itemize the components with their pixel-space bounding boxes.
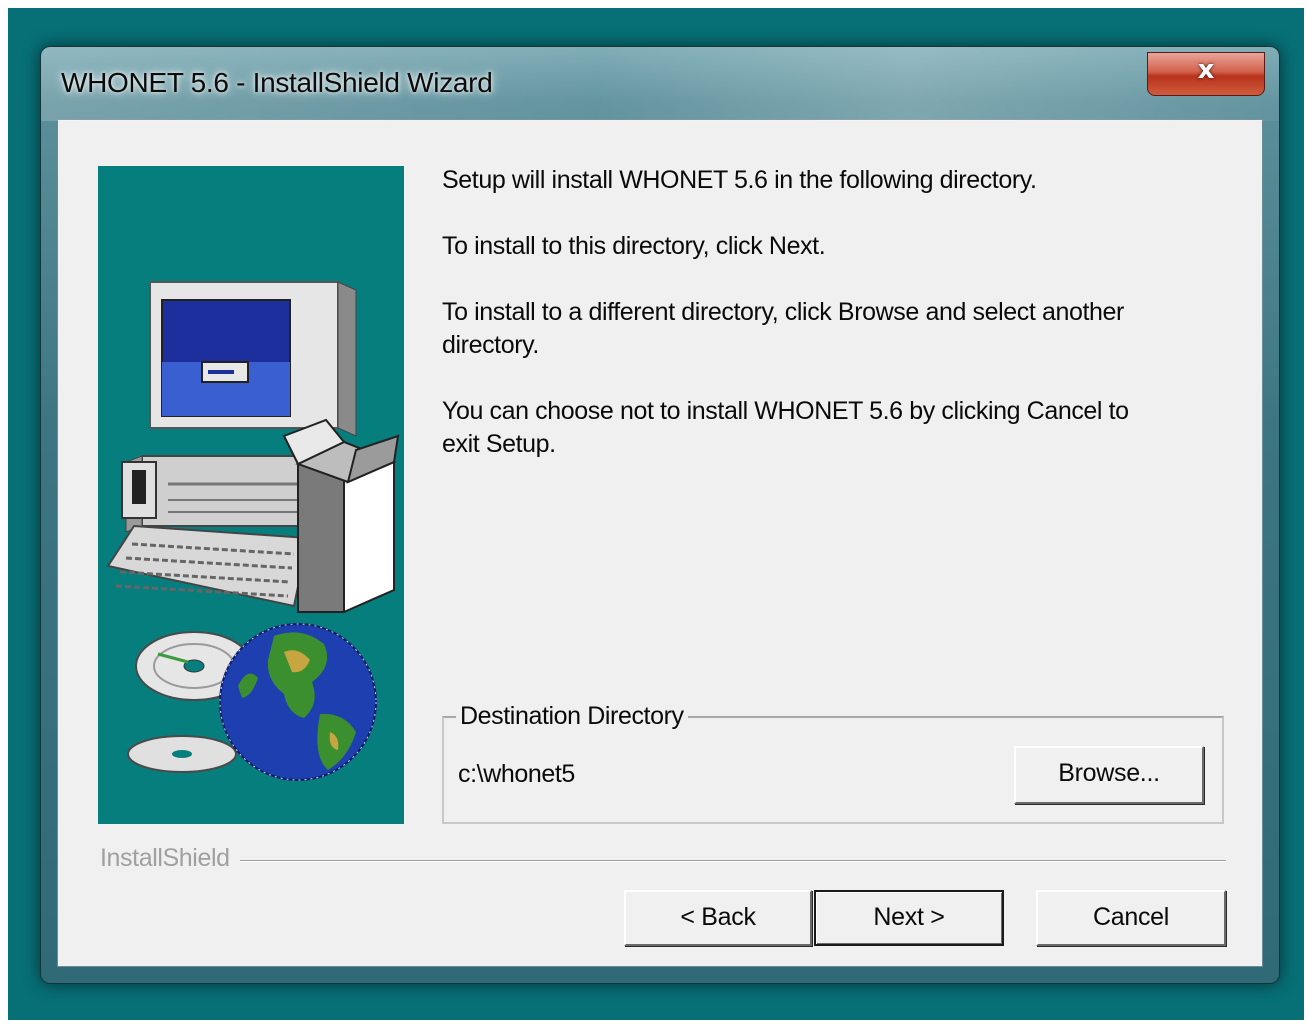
installshield-wizard-window: WHONET 5.6 - InstallShield Wizard x Setu… xyxy=(40,46,1280,984)
footer-divider xyxy=(100,860,1226,862)
close-icon: x xyxy=(1197,55,1215,85)
browse-instruction-text-2: directory. xyxy=(442,331,539,359)
installshield-brand-label: InstallShield xyxy=(100,844,240,873)
dialog-client-area: Setup will install WHONET 5.6 in the fol… xyxy=(57,119,1263,967)
setup-banner-illustration xyxy=(98,166,404,824)
cancel-button[interactable]: Cancel xyxy=(1036,890,1226,946)
globe-icon xyxy=(219,623,377,781)
window-title: WHONET 5.6 - InstallShield Wizard xyxy=(61,67,493,98)
back-button[interactable]: < Back xyxy=(624,890,812,946)
destination-path: c:\whonet5 xyxy=(458,760,575,788)
computer-illustration xyxy=(106,281,400,614)
destination-directory-group: Destination Directory c:\whonet5 Browse.… xyxy=(442,702,1224,824)
browse-button[interactable]: Browse... xyxy=(1014,746,1204,804)
intro-text: Setup will install WHONET 5.6 in the fol… xyxy=(442,166,1037,194)
banner-artwork xyxy=(106,281,400,781)
browse-instruction-text-1: To install to a different directory, cli… xyxy=(442,298,1124,326)
close-button[interactable]: x xyxy=(1147,52,1265,96)
next-instruction-text: To install to this directory, click Next… xyxy=(442,232,826,260)
next-button[interactable]: Next > xyxy=(814,890,1004,946)
cancel-instruction-text-2: exit Setup. xyxy=(442,430,556,458)
destination-group-label: Destination Directory xyxy=(456,702,688,731)
cancel-instruction-text-1: You can choose not to install WHONET 5.6… xyxy=(442,397,1129,425)
